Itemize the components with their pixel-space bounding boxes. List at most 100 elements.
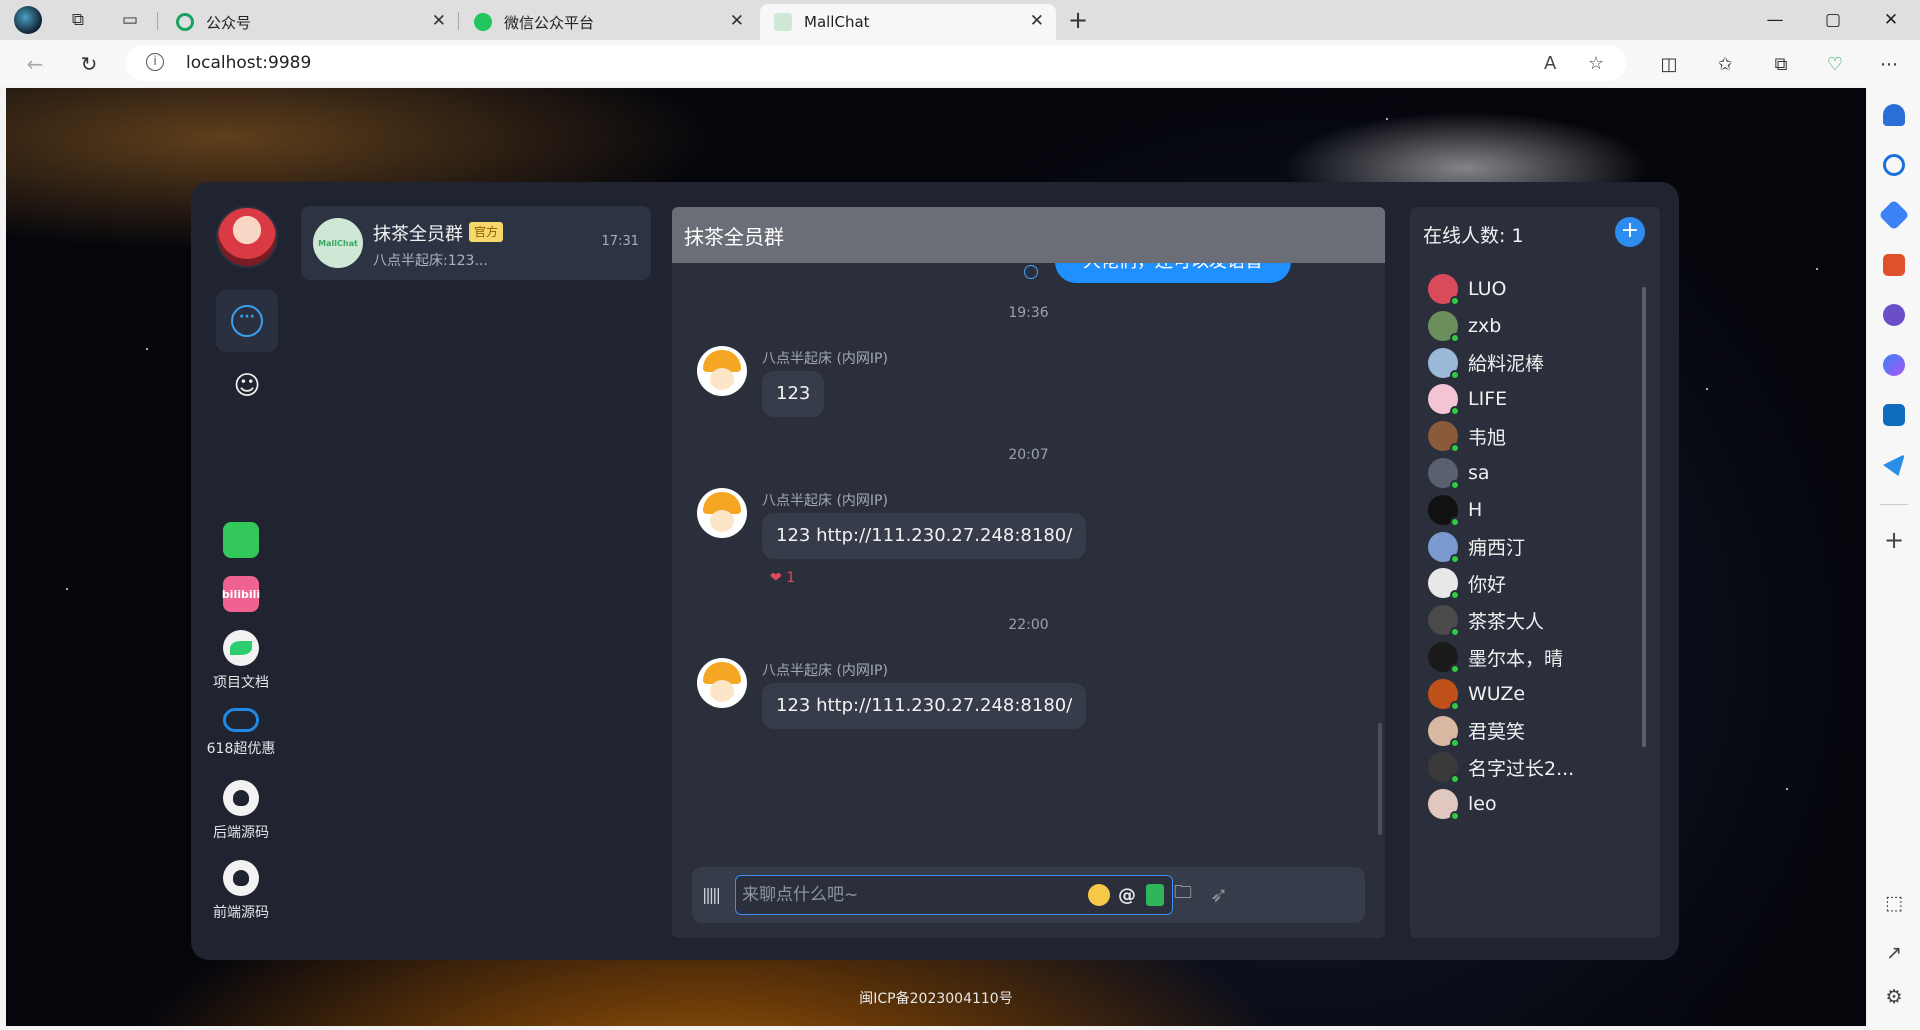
- url-text[interactable]: localhost:9989: [186, 53, 311, 73]
- minimize-button[interactable]: —: [1750, 5, 1800, 35]
- tools-icon[interactable]: [1883, 254, 1905, 276]
- shopping-tag-icon[interactable]: [1878, 199, 1910, 231]
- nav-link-wechat[interactable]: [191, 522, 291, 558]
- favorites-icon[interactable]: ✩: [1712, 51, 1738, 77]
- site-info-icon[interactable]: i: [146, 53, 164, 71]
- online-user-row[interactable]: 墨尔本，晴: [1428, 639, 1563, 675]
- online-user-row[interactable]: WUZe: [1428, 676, 1525, 712]
- mention-icon[interactable]: @: [1115, 883, 1139, 907]
- file-upload-icon[interactable]: [1143, 883, 1167, 907]
- nav-link-bilibili[interactable]: bilibili: [191, 576, 291, 612]
- message-bubble[interactable]: 123: [762, 371, 825, 417]
- contacts-icon[interactable]: ☺: [231, 370, 263, 402]
- sender-avatar[interactable]: [697, 488, 747, 538]
- workspaces-icon[interactable]: ⧉: [64, 6, 92, 34]
- settings-gear-icon[interactable]: ⚙: [1882, 986, 1906, 1008]
- tab-gongzhonghao[interactable]: 公众号 ✕: [162, 4, 458, 40]
- tab-weixin-platform[interactable]: 微信公众平台 ✕: [460, 4, 756, 40]
- collections-icon[interactable]: ⧉: [1768, 51, 1794, 77]
- more-menu-icon[interactable]: ⋯: [1876, 51, 1902, 77]
- user-name: leo: [1468, 793, 1497, 816]
- star: [1386, 118, 1388, 120]
- star: [66, 588, 68, 590]
- add-sidebar-app-icon[interactable]: +: [1882, 526, 1906, 554]
- message-bubble[interactable]: 123 http://111.230.27.248:8180/: [762, 513, 1087, 559]
- user-list-scrollbar[interactable]: [1642, 287, 1646, 747]
- nav-chat-button[interactable]: ···: [216, 290, 278, 352]
- user-avatar: [1428, 789, 1460, 822]
- notification-bell-icon[interactable]: [1883, 104, 1905, 126]
- nav-link-backend-source[interactable]: 后端源码: [191, 780, 291, 842]
- star: [1786, 788, 1788, 790]
- games-icon[interactable]: [1883, 304, 1905, 326]
- browser-essentials-icon[interactable]: ♡: [1822, 51, 1848, 77]
- tab-actions-icon[interactable]: ▭: [116, 6, 144, 34]
- like-reaction[interactable]: ❤ 1: [770, 570, 795, 586]
- online-user-row[interactable]: leo: [1428, 786, 1497, 822]
- send-paper-plane-icon[interactable]: [1883, 454, 1905, 476]
- online-user-row[interactable]: LUO: [1428, 271, 1507, 307]
- profile-icon[interactable]: [14, 6, 42, 34]
- user-avatar: [1428, 274, 1460, 306]
- nav-link-docs[interactable]: 项目文档: [191, 630, 291, 692]
- emoji-icon[interactable]: [1087, 883, 1111, 907]
- close-tab-icon[interactable]: ✕: [730, 11, 744, 31]
- online-user-row[interactable]: 名字过长2...: [1428, 749, 1574, 785]
- online-user-row[interactable]: 茶茶大人: [1428, 602, 1544, 638]
- nav-link-frontend-source[interactable]: 前端源码: [191, 860, 291, 922]
- user-name: 茶茶大人: [1468, 610, 1545, 633]
- user-avatar: [1428, 531, 1460, 564]
- maximize-button[interactable]: ▢: [1808, 5, 1858, 35]
- online-user-row[interactable]: H: [1428, 492, 1482, 528]
- icp-footer[interactable]: 闽ICP备2023004110号: [6, 988, 1866, 1008]
- send-rocket-icon[interactable]: ➶: [1207, 883, 1231, 908]
- voice-icon[interactable]: |||||: [702, 885, 721, 904]
- nav-link-promo[interactable]: 618超优惠: [191, 702, 291, 758]
- online-user-row[interactable]: sa: [1428, 455, 1490, 491]
- microsoft-365-icon[interactable]: [1883, 354, 1905, 376]
- split-screen-icon[interactable]: ◫: [1656, 51, 1682, 77]
- online-user-row[interactable]: 君莫笑: [1428, 713, 1525, 749]
- online-user-row[interactable]: zxb: [1428, 308, 1501, 344]
- close-window-button[interactable]: ✕: [1866, 5, 1916, 35]
- user-avatar: [1428, 678, 1460, 711]
- message-scrollbar[interactable]: [1378, 723, 1382, 835]
- back-icon[interactable]: ←: [20, 49, 50, 79]
- open-external-icon[interactable]: ↗: [1882, 942, 1906, 964]
- star: [1816, 268, 1818, 270]
- online-user-row[interactable]: 給料泥棒: [1428, 345, 1544, 381]
- message-list[interactable]: 大佬们，还可以发语音 19:36 八点半起床 (内网IP) 123 20:07 …: [672, 263, 1385, 867]
- new-tab-icon[interactable]: +: [1064, 6, 1092, 34]
- add-icon[interactable]: +: [1615, 217, 1645, 247]
- bilibili-icon: bilibili: [222, 576, 260, 612]
- sender-avatar[interactable]: [697, 346, 747, 396]
- screenshot-icon[interactable]: ⬚: [1882, 892, 1906, 914]
- url-box[interactable]: i localhost:9989 A ☆: [126, 45, 1626, 81]
- conversation-item[interactable]: MallChat 抹茶全员群 官方 17:31 八点半起床:123...: [301, 206, 651, 280]
- folder-icon[interactable]: 🗀: [1171, 882, 1195, 907]
- message-bubble-self[interactable]: 大佬们，还可以发语音: [1055, 263, 1291, 283]
- favorite-star-icon[interactable]: ☆: [1588, 53, 1604, 74]
- online-user-row[interactable]: 痈西汀: [1428, 529, 1525, 565]
- my-avatar[interactable]: [216, 206, 278, 268]
- online-user-row[interactable]: LIFE: [1428, 381, 1507, 417]
- user-avatar: [1428, 605, 1460, 638]
- outlook-icon[interactable]: [1883, 404, 1905, 426]
- online-status-dot: [1450, 480, 1460, 490]
- refresh-icon[interactable]: ↻: [74, 49, 104, 79]
- edge-sidebar: + ⬚ ↗ ⚙: [1868, 86, 1920, 1030]
- tab-separator: [458, 12, 459, 30]
- online-status-dot: [1450, 406, 1460, 417]
- message-bubble[interactable]: 123 http://111.230.27.248:8180/: [762, 683, 1087, 729]
- search-icon[interactable]: [1883, 154, 1905, 176]
- user-name: 名字过长2...: [1468, 757, 1575, 780]
- online-user-row[interactable]: 你好: [1428, 565, 1506, 601]
- github-icon: [223, 780, 259, 816]
- online-user-row[interactable]: 韦旭: [1428, 418, 1506, 454]
- close-tab-icon[interactable]: ✕: [432, 11, 446, 31]
- tab-mallchat[interactable]: MallChat ✕: [760, 4, 1056, 40]
- read-aloud-icon[interactable]: A: [1544, 53, 1556, 74]
- user-avatar: [1428, 752, 1460, 785]
- close-tab-icon[interactable]: ✕: [1030, 11, 1044, 31]
- sender-avatar[interactable]: [697, 658, 747, 708]
